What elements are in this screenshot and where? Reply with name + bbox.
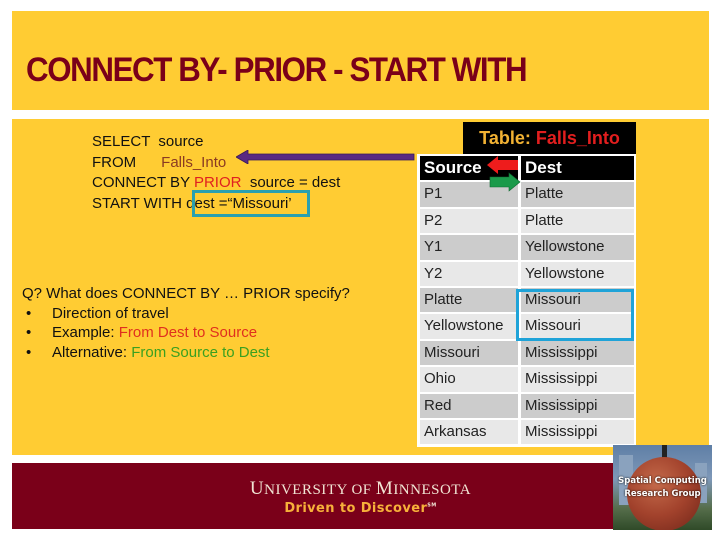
university-text: INNESOTA: [393, 482, 472, 498]
cell-dest: Mississippi: [521, 393, 634, 418]
sql-table-name: Falls_Into: [161, 153, 227, 171]
cell-source: Missouri: [420, 340, 518, 366]
table-row: P1 Platte: [420, 182, 634, 208]
bullet-highlight: From Source to Dest: [131, 343, 270, 361]
cell-source: Arkansas: [420, 419, 518, 445]
cell-source: Ohio: [420, 367, 518, 392]
cell-source: Red: [420, 393, 518, 418]
table-title-name: Falls_Into: [535, 128, 620, 148]
question-text: Q? What does CONNECT BY … PRIOR specify?: [22, 285, 350, 302]
bullet-icon: •: [26, 343, 32, 361]
sql-keyword: START WITH: [92, 194, 187, 212]
bullet-item: • Direction of travel: [22, 304, 350, 324]
table-title: Table: Falls_Into: [463, 122, 636, 155]
bullet-item: • Example: From Dest to Source: [22, 323, 350, 343]
footer-banner: UNIVERSITY OF MINNESOTA Driven to Discov…: [12, 463, 709, 529]
table-row: Y1 Yellowstone: [420, 235, 634, 261]
bullet-text: Example:: [52, 324, 115, 341]
arrow-left-icon: [236, 150, 415, 164]
start-with-highlight-box: [192, 190, 310, 217]
header-dest: Dest: [521, 156, 634, 181]
cell-dest: Yellowstone: [521, 261, 634, 286]
bullet-text: Alternative:: [52, 343, 128, 361]
service-mark: SM: [427, 502, 437, 509]
logo-text: Spatial Computing Research Group: [613, 475, 712, 501]
university-text: NIVERSITY OF: [264, 482, 376, 498]
university-text: M: [375, 478, 394, 499]
cell-source: Y1: [420, 235, 518, 260]
sql-prior-keyword: PRIOR: [193, 174, 242, 191]
university-text: U: [249, 478, 265, 499]
cell-source: Platte: [420, 287, 518, 313]
sql-value: source: [158, 133, 204, 150]
slide-title: CONNECT BY- PRIOR - START WITH: [26, 51, 528, 89]
cell-dest: Platte: [521, 182, 634, 207]
question-block: Q? What does CONNECT BY … PRIOR specify?…: [22, 284, 350, 362]
table-title-prefix: Table:: [479, 128, 536, 148]
logo-line: Research Group: [624, 489, 701, 499]
arrow-right-icon: [489, 172, 521, 192]
table-header-row: Source Dest: [420, 156, 634, 182]
cell-dest: Mississippi: [521, 419, 634, 445]
sql-value: source = dest: [241, 174, 341, 191]
sql-keyword: SELECT: [92, 133, 159, 150]
table-row: Ohio Mississippi: [420, 367, 634, 393]
cell-source: Yellowstone: [420, 314, 518, 339]
table-row: Y2 Yellowstone: [420, 261, 634, 288]
cell-dest: Mississippi: [521, 340, 634, 366]
cell-source: P2: [420, 208, 518, 234]
cell-dest: Platte: [521, 208, 634, 234]
table-row: P2 Platte: [420, 208, 634, 235]
cell-dest: Mississippi: [521, 367, 634, 392]
cell-source: Y2: [420, 261, 518, 286]
logo-line: Spatial Computing: [618, 476, 707, 486]
cell-dest: Yellowstone: [521, 235, 634, 260]
bullet-text: Direction of travel: [52, 304, 169, 322]
bullet-icon: •: [26, 304, 32, 322]
university-name: UNIVERSITY OF MINNESOTA: [12, 478, 709, 500]
research-group-logo: Spatial Computing Research Group: [613, 445, 712, 530]
missouri-highlight-box: [516, 289, 634, 341]
tagline: Driven to DiscoverSM: [12, 501, 709, 516]
sql-keyword: FROM: [92, 153, 162, 171]
sql-keyword: CONNECT BY: [92, 174, 194, 191]
table-row: Arkansas Mississippi: [420, 419, 634, 446]
table-row: Red Mississippi: [420, 393, 634, 420]
tagline-text: Driven to Discover: [284, 501, 428, 516]
bullet-icon: •: [26, 324, 32, 341]
title-band: CONNECT BY- PRIOR - START WITH: [12, 11, 709, 110]
bullet-item: • Alternative: From Source to Dest: [22, 343, 350, 363]
table-row: Missouri Mississippi: [420, 340, 634, 367]
bullet-highlight: From Dest to Source: [118, 324, 258, 341]
